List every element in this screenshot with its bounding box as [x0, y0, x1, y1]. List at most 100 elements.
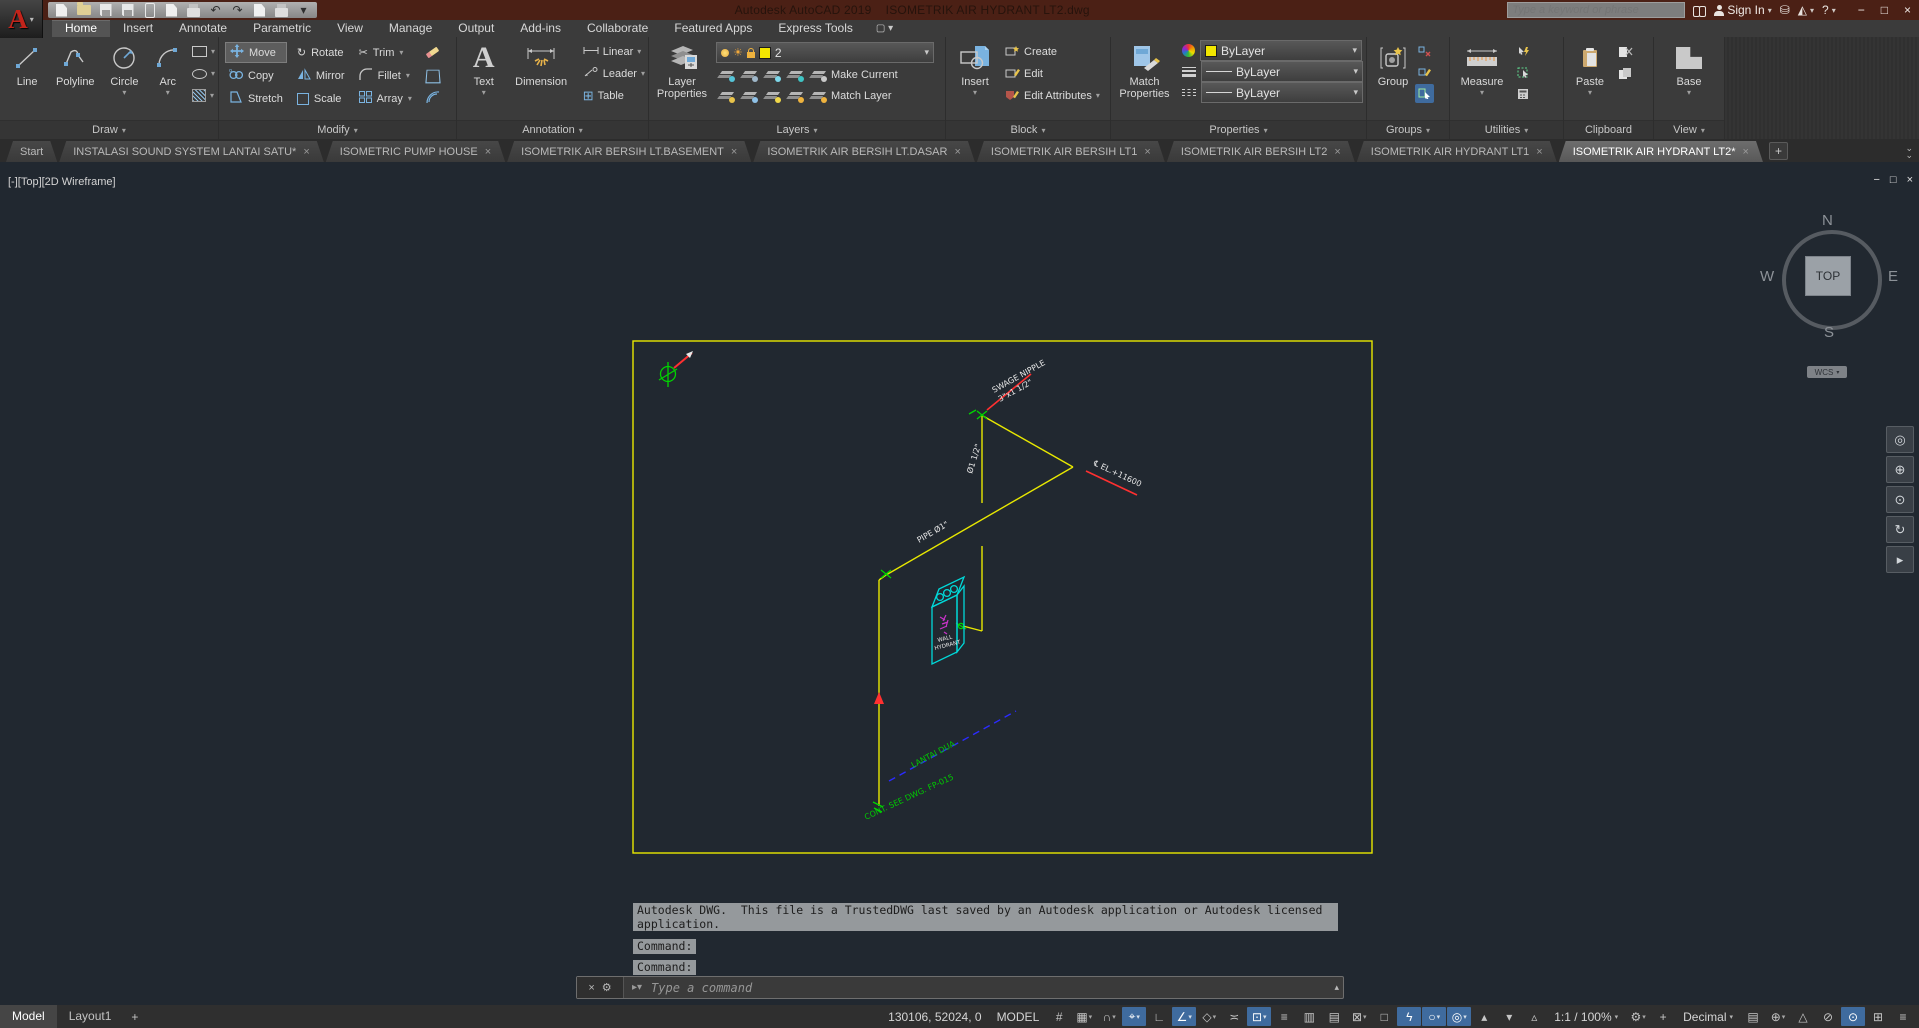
insert-button[interactable]: Insert ▾: [952, 37, 998, 120]
signin-button[interactable]: Sign In ▾: [1714, 3, 1772, 17]
status-transparency-toggle[interactable]: ▥: [1297, 1007, 1321, 1026]
fillet-button[interactable]: Fillet ▾: [355, 65, 416, 86]
ribbon-tab-insert[interactable]: Insert: [110, 20, 166, 37]
panel-label-modify[interactable]: Modify ▾: [219, 120, 456, 139]
object-color-combo[interactable]: ByLayer ▾: [1200, 40, 1362, 61]
share-button[interactable]: [162, 3, 181, 18]
ribbon-tab-home[interactable]: Home: [52, 20, 111, 37]
ungroup-button[interactable]: [1415, 42, 1434, 61]
status-workspace-crosshair-toggle[interactable]: +: [1651, 1007, 1675, 1026]
close-tab-icon[interactable]: ×: [1334, 146, 1340, 158]
undo-button[interactable]: ↶: [206, 3, 225, 18]
command-customize-icon[interactable]: ⚙: [602, 981, 612, 994]
ribbon-tab-annotate[interactable]: Annotate: [166, 20, 240, 37]
status-selection-cycling-toggle[interactable]: ▤: [1322, 1007, 1346, 1026]
file-tab-start[interactable]: Start: [6, 141, 57, 162]
redo-button[interactable]: ↷: [228, 3, 247, 18]
command-history-toggle-icon[interactable]: ▴: [1334, 982, 1339, 993]
linetype-combo[interactable]: ByLayer ▾: [1201, 82, 1363, 103]
circle-button[interactable]: Circle ▾: [102, 37, 146, 120]
array-button[interactable]: Array ▾: [355, 88, 416, 109]
status-grid-display-toggle[interactable]: #: [1047, 1007, 1071, 1026]
rectangle-button[interactable]: ▾: [189, 42, 218, 61]
stretch-button[interactable]: Stretch: [225, 88, 287, 109]
panel-label-utilities[interactable]: Utilities ▾: [1450, 120, 1563, 139]
command-input[interactable]: Type a command: [651, 981, 752, 995]
layer-unlock-all-icon[interactable]: [788, 90, 804, 103]
file-tab-isometrik-air-bersih-lt-dasar[interactable]: ISOMETRIK AIR BERSIH LT.DASAR ×: [753, 141, 975, 162]
ribbon-display-toggle[interactable]: ▢ ▾: [876, 20, 893, 37]
layer-isolate-icon[interactable]: [742, 69, 758, 82]
layout1-tab[interactable]: Layout1: [57, 1005, 124, 1028]
close-tab-icon[interactable]: ×: [1144, 146, 1150, 158]
status-graphics-performance-toggle[interactable]: ⊙: [1841, 1007, 1865, 1026]
close-tab-icon[interactable]: ×: [485, 146, 491, 158]
batch-plot-button[interactable]: [272, 3, 291, 18]
status-dynamic-ucs-toggle[interactable]: □: [1372, 1007, 1396, 1026]
layer-freeze-icon[interactable]: [765, 69, 781, 82]
tab-overflow-icon[interactable]: ⌄ ⌄: [1905, 144, 1913, 160]
match-layer-button[interactable]: Match Layer: [811, 90, 892, 103]
status-lineweight-display-toggle[interactable]: ≡: [1272, 1007, 1296, 1026]
explode-button[interactable]: [422, 65, 444, 86]
file-tab-isometrik-air-bersih-lt-basement[interactable]: ISOMETRIK AIR BERSIH LT.BASEMENT ×: [507, 141, 751, 162]
line-button[interactable]: Line: [6, 37, 48, 120]
customize-qat-button[interactable]: ▾: [294, 3, 313, 18]
status-scale-settings-toggle[interactable]: ⚙ ▾: [1626, 1007, 1650, 1026]
ribbon-tab-view[interactable]: View: [324, 20, 376, 37]
copy-clip-button[interactable]: [1615, 64, 1636, 83]
copy-button[interactable]: o Copy: [225, 65, 287, 86]
make-current-button[interactable]: Make Current: [811, 69, 898, 82]
layer-lock-icon[interactable]: [788, 69, 804, 82]
panel-label-annotation[interactable]: Annotation ▾: [457, 120, 648, 139]
ribbon-tab-collaborate[interactable]: Collaborate: [574, 20, 661, 37]
file-tab-isometrik-air-bersih-lt1[interactable]: ISOMETRIK AIR BERSIH LT1 ×: [977, 141, 1165, 162]
panel-label-view[interactable]: View ▾: [1654, 120, 1724, 139]
application-menu-button[interactable]: A ▾: [0, 0, 43, 38]
file-tab-isometric-pump-house[interactable]: ISOMETRIC PUMP HOUSE ×: [326, 141, 505, 162]
save-button[interactable]: [96, 3, 115, 18]
status-space-model[interactable]: MODEL: [990, 1010, 1047, 1024]
plot-button[interactable]: [184, 3, 203, 18]
linear-dimension-button[interactable]: Linear ▾: [580, 42, 648, 61]
dimension-button[interactable]: Dimension: [509, 37, 574, 120]
status-gizmo-toggle[interactable]: ◎ ▾: [1447, 1007, 1472, 1026]
layer-thaw-all-icon[interactable]: [765, 90, 781, 103]
close-tab-icon[interactable]: ×: [303, 146, 309, 158]
ribbon-tab-parametric[interactable]: Parametric: [240, 20, 324, 37]
status-clean-screen-toggle[interactable]: ⊞: [1866, 1007, 1890, 1026]
status-snap-mode-toggle[interactable]: ▦ ▾: [1072, 1007, 1096, 1026]
close-tab-icon[interactable]: ×: [1536, 146, 1542, 158]
close-tab-icon[interactable]: ×: [954, 146, 960, 158]
edit-attributes-button[interactable]: Edit Attributes ▾: [1002, 86, 1103, 105]
panel-label-properties[interactable]: Properties ▾: [1111, 120, 1366, 139]
group-button[interactable]: Group: [1371, 37, 1415, 120]
mirror-button[interactable]: Mirror: [293, 65, 349, 86]
lineweight-combo[interactable]: ByLayer ▾: [1201, 61, 1363, 82]
new-layout-button[interactable]: +: [123, 1010, 146, 1024]
layer-properties-button[interactable]: Layer Properties: [653, 37, 711, 120]
offset-button[interactable]: [422, 88, 444, 109]
linetype-icon[interactable]: [1182, 89, 1196, 96]
file-tab-isometrik-air-hydrant-lt1[interactable]: ISOMETRIK AIR HYDRANT LT1 ×: [1357, 141, 1557, 162]
panel-label-clipboard[interactable]: Clipboard: [1564, 120, 1653, 139]
erase-button[interactable]: [422, 42, 444, 63]
status-annotation-visibility-toggle[interactable]: ▴: [1472, 1007, 1496, 1026]
open-from-mobile-button[interactable]: [140, 2, 159, 18]
search-input[interactable]: [1507, 2, 1686, 18]
restore-button[interactable]: □: [1881, 3, 1888, 17]
paste-button[interactable]: Paste ▾: [1570, 37, 1610, 120]
status-infer-constraints-toggle[interactable]: ∩ ▾: [1097, 1007, 1121, 1026]
panel-label-layers[interactable]: Layers ▾: [649, 120, 945, 139]
edit-block-button[interactable]: Edit: [1002, 64, 1103, 83]
drawing-canvas[interactable]: [-][Top][2D Wireframe] − □ × N S W E TOP…: [0, 162, 1919, 1005]
text-button[interactable]: A Text ▾: [465, 37, 503, 120]
minimize-button[interactable]: −: [1858, 3, 1865, 17]
status-lock-ui-toggle[interactable]: ⊕ ▾: [1766, 1007, 1790, 1026]
status-polar-tracking-toggle[interactable]: ∠ ▾: [1172, 1007, 1197, 1026]
status-isometric-drafting-toggle[interactable]: ◇ ▾: [1197, 1007, 1221, 1026]
status-3d-object-snap-toggle[interactable]: ⊠ ▾: [1347, 1007, 1371, 1026]
status-coordinates[interactable]: 130106, 52024, 0: [881, 1010, 988, 1024]
hatch-button[interactable]: ▾: [189, 86, 218, 105]
ribbon-tab-featured-apps[interactable]: Featured Apps: [661, 20, 765, 37]
